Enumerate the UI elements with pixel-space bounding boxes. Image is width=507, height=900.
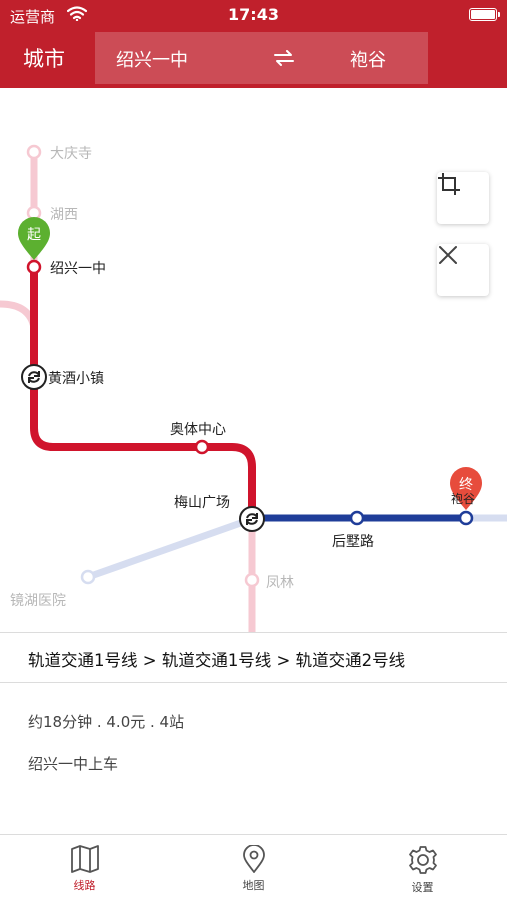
station-label-fenglin[interactable]: 凤林 [266,572,294,592]
station-label-aoti-zhongxin[interactable]: 奥体中心 [170,419,226,439]
metro-map-canvas [0,144,507,632]
transfer-icon-huangjiu [21,364,47,390]
battery-icon [469,8,500,21]
station-dot-shaoxing-yizhong [26,259,42,275]
transfer-icon-meishan [239,506,265,532]
status-bar: 运营商 17:43 [0,0,507,30]
divider [0,632,507,633]
crop-button[interactable] [437,172,489,224]
tab-settings-label: 设置 [411,881,434,894]
line1-route-path [30,267,256,519]
line2-faded-west-segment [86,515,254,581]
metro-map[interactable]: 起 终 大庆寺 湖西 绍兴一中 黄酒小镇 奥体中心 梅山广场 后墅路 袍谷 凤林… [0,88,507,632]
route-selector: 绍兴一中 袍谷 [95,32,428,84]
tab-settings[interactable]: 设置 [338,835,507,900]
close-icon [439,246,457,264]
crop-icon [438,173,460,195]
station-dot-paogu [458,510,474,526]
station-label-houshu-lu[interactable]: 后墅路 [332,531,374,551]
tab-map[interactable]: 地图 [169,835,338,900]
station-label-shaoxing-yizhong[interactable]: 绍兴一中 [50,258,106,278]
station-dot-houshu-lu [349,510,365,526]
city-button[interactable]: 城市 [23,43,65,73]
station-label-jinghu-yiyuan[interactable]: 镜湖医院 [10,590,66,610]
divider [0,682,507,683]
swap-icon[interactable] [274,50,294,66]
station-label-meishan-guangchang[interactable]: 梅山广场 [174,492,230,512]
faded-curve-left [0,300,38,329]
tab-routes-label: 线路 [73,879,96,892]
location-pin-icon [242,845,265,873]
station-dot-aoti-zhongxin [194,439,210,455]
map-book-icon [70,845,99,873]
route-summary-text: 约18分钟 . 4.0元 . 4站 [28,713,185,731]
station-label-huxi[interactable]: 湖西 [50,204,78,224]
tab-routes[interactable]: 线路 [0,835,169,900]
station-label-huangjiu-xiaozhen[interactable]: 黄酒小镇 [48,368,104,388]
station-dot-jinghu-yiyuan [80,569,96,585]
clock: 17:43 [228,5,279,24]
gear-icon [408,846,437,874]
tab-map-label: 地图 [242,879,265,892]
to-station-field[interactable]: 袍谷 [350,46,386,72]
tab-bar: 线路 地图 设置 [0,834,507,900]
station-dot-fenglin [244,572,260,588]
station-label-paogu[interactable]: 袍谷 [451,490,475,507]
route-lines-text: 轨道交通1号线 > 轨道交通1号线 > 轨道交通2号线 [28,651,406,670]
boarding-note-text: 绍兴一中上车 [28,755,119,773]
close-map-button[interactable] [437,244,489,296]
start-marker-label: 起 [27,227,41,243]
from-station-field[interactable]: 绍兴一中 [116,46,188,72]
station-label-daqingsi[interactable]: 大庆寺 [50,143,92,163]
station-dot-daqingsi [26,144,42,160]
header: 运营商 17:43 城市 绍兴一中 袍谷 [0,0,507,88]
